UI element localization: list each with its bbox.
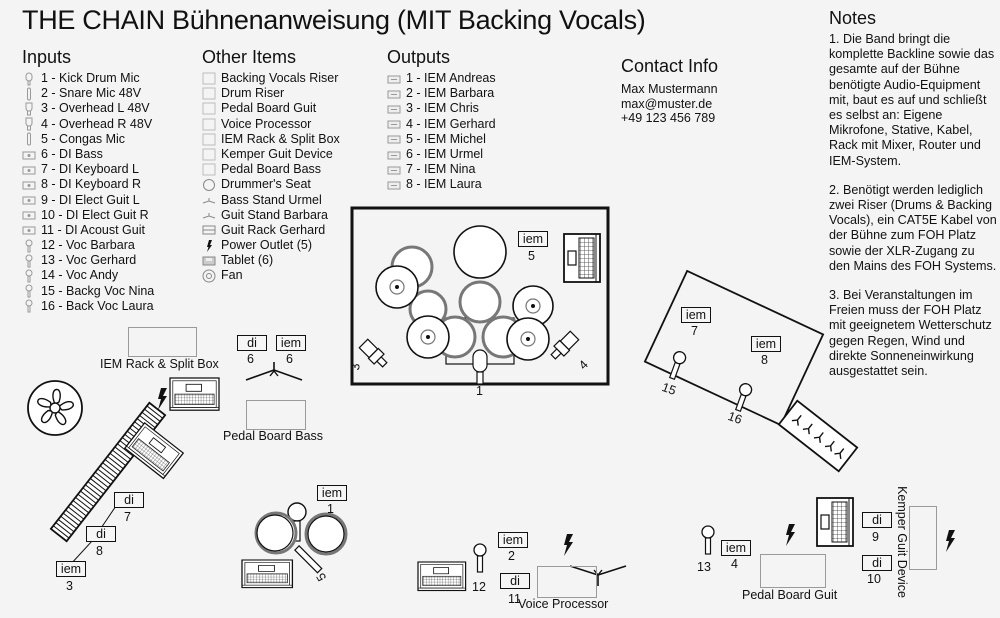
iem-rack-label: IEM Rack & Split Box <box>100 357 219 371</box>
kemper-label: Kemper Guit Device <box>895 486 909 598</box>
vocal-mic-12 <box>473 543 487 573</box>
di-tag: di <box>86 526 116 542</box>
pedal-board-bass-label: Pedal Board Bass <box>223 429 324 443</box>
voice-processor-label: Voice Processor <box>518 597 609 611</box>
di-number: 9 <box>872 530 879 544</box>
iem-number: 3 <box>66 579 73 593</box>
overhead-mic-r <box>550 330 580 360</box>
vocal-mic-13 <box>701 525 715 555</box>
iem-tag: iem <box>498 532 528 548</box>
iem-number: 1 <box>327 502 334 516</box>
iem-tag: iem <box>518 231 548 247</box>
di-tag: di <box>114 492 144 508</box>
di-tag: di <box>862 555 892 571</box>
iem-tag: iem <box>317 485 347 501</box>
power-outlet-icon <box>946 530 955 552</box>
overhead-mic-l <box>358 338 388 368</box>
pedal-board-guit-label: Pedal Board Guit <box>742 588 838 602</box>
power-outlet-icon <box>158 388 167 410</box>
vocal-mic-number: 13 <box>697 560 711 574</box>
voice-processor-box <box>537 566 597 598</box>
iem-tag: iem <box>56 561 86 577</box>
iem-tag: iem <box>721 540 751 556</box>
drum-kit <box>375 225 554 385</box>
iem-tag: iem <box>681 307 711 323</box>
iem-number: 4 <box>731 557 738 571</box>
pedal-board-guit-box <box>760 554 826 588</box>
vocal-mic-number: 12 <box>472 580 486 594</box>
bass-stand <box>245 361 303 381</box>
di-number: 7 <box>124 510 131 524</box>
tablet-guitar <box>816 497 854 547</box>
stage-plot <box>27 206 955 592</box>
di-number: 8 <box>96 544 103 558</box>
tablet-congas <box>241 559 294 589</box>
guitar-rack-gerhard <box>777 399 859 473</box>
iem-number: 2 <box>508 549 515 563</box>
tablet-bass <box>169 377 220 411</box>
iem-number: 8 <box>761 353 768 367</box>
tablet-drummer <box>563 233 601 283</box>
di-tag: di <box>862 512 892 528</box>
iem-rack-box <box>128 327 197 357</box>
iem-tag: iem <box>276 335 306 351</box>
kick-number: 1 <box>476 384 483 398</box>
power-outlet-icon <box>786 524 795 546</box>
fan-icon <box>27 380 83 436</box>
iem-number: 7 <box>691 324 698 338</box>
tablet-voice <box>417 561 467 592</box>
kemper-box <box>909 506 937 570</box>
iem-number: 6 <box>286 352 293 366</box>
iem-tag: iem <box>751 336 781 352</box>
pedal-board-bass-box <box>246 400 306 430</box>
di-tag: di <box>500 573 530 589</box>
di-number: 10 <box>867 572 881 586</box>
power-outlet-icon <box>564 534 573 556</box>
oh-l-number: 3 <box>348 363 363 371</box>
iem-number: 5 <box>528 249 535 263</box>
di-number: 6 <box>247 352 254 366</box>
di-tag: di <box>237 335 267 351</box>
